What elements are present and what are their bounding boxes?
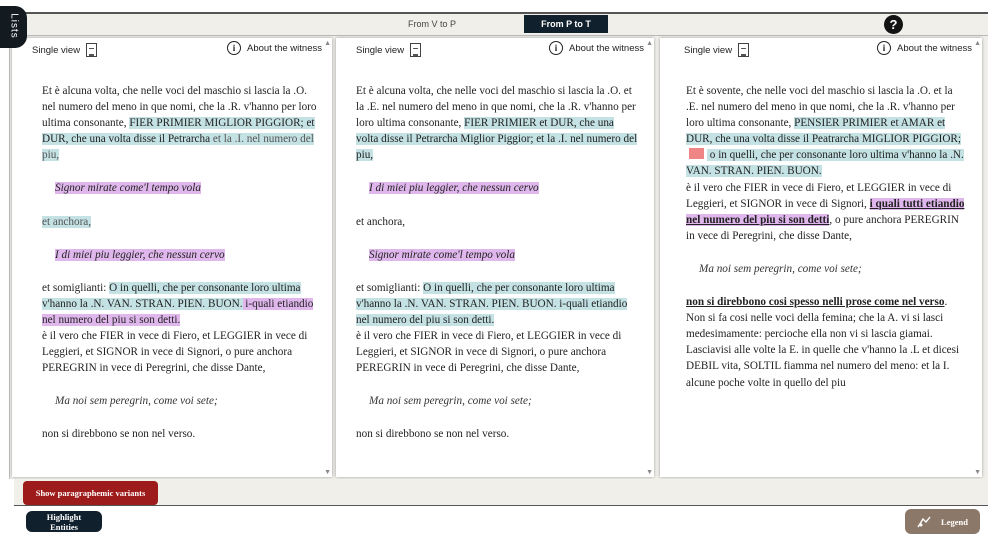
single-view-button[interactable]: Single view [684,43,750,57]
paragraph: Et è alcuna volta, che nelle voci del ma… [356,83,638,163]
tab-from-v-to-p[interactable]: From V to P [390,15,474,33]
verse-quote: Ma noi sem peregrin, come voi sete; [699,262,862,275]
about-witness-button[interactable]: i About the witness [877,41,972,55]
paragraph: Et è alcuna volta, che nelle voci del ma… [42,83,318,163]
omission-marker[interactable] [689,148,704,160]
verse-quote[interactable]: Signor mirate come'l tempo vola [369,248,515,261]
scroll-down-arrow[interactable]: ▼ [324,468,331,476]
variant-highlight[interactable]: o in quelli, che per consonante loro ult… [686,149,964,178]
legend-label: Legend [941,516,968,527]
paragraph: et anchora, [356,215,406,228]
paragraph: è il vero che FIER in vece di Fiero, et … [686,180,966,244]
verse-quote[interactable]: I di miei piu leggier, che nessun cervo [55,248,225,261]
paragraph: et somiglianti: O in quelli, che per con… [356,280,638,328]
single-view-label: Single view [684,44,733,56]
scroll-up-arrow[interactable]: ▲ [646,39,653,47]
about-witness-button[interactable]: i About the witness [227,41,322,55]
paragraph: è il vero che FIER in vece di Fiero, et … [356,330,622,375]
text-segment: . [944,296,948,309]
paragraph: è il vero che FIER in vece di Fiero, et … [42,330,308,375]
lists-tab[interactable]: Lists [0,6,27,48]
variant-highlight[interactable]: et anchora, [42,215,92,228]
bottom-toolbar [14,479,988,506]
paragraph: non si direbbono cosi spesso nelli prose… [686,294,966,310]
single-view-label: Single view [32,44,81,56]
panel-header: Single view i About the witness [336,38,654,60]
document-icon [86,43,98,57]
legend-icon [917,516,931,527]
about-witness-label: About the witness [569,42,644,54]
single-view-button[interactable]: Single view [356,43,422,57]
paragraph: Non si fa cosi nelle voci della femina; … [686,312,960,389]
verse-quote: Ma noi sem peregrin, come voi sete; [55,395,218,408]
witness-panel-1[interactable]: Single view i About the witness ▲ Et è al… [12,38,332,477]
highlight-entities-button[interactable]: Highlight Entities [26,511,102,532]
legend-button[interactable]: Legend [905,509,980,534]
paragraph: et somiglianti: O in quelli, che per con… [42,280,318,328]
scroll-up-arrow[interactable]: ▲ [974,39,981,47]
witness-text: Et è alcuna volta, che nelle voci del ma… [42,83,318,443]
paragraph: non si direbbono se non nel verso. [356,428,510,441]
top-toolbar: From V to P From P to T ? [14,14,988,36]
scroll-down-arrow[interactable]: ▼ [646,468,653,476]
text-segment: et somiglianti: [42,281,110,294]
info-icon: i [227,41,241,55]
variant-underline[interactable]: non si direbbono cosi spesso nelli prose… [686,296,944,308]
about-witness-button[interactable]: i About the witness [549,41,644,55]
witness-text: Et è alcuna volta, che nelle voci del ma… [356,83,638,443]
witness-panel-2[interactable]: Single view i About the witness ▲ Et è al… [336,38,654,477]
single-view-button[interactable]: Single view [32,43,98,57]
scroll-up-arrow[interactable]: ▲ [324,39,331,47]
paragraph: non si direbbono se non nel verso. [42,428,196,441]
panel-header: Single view i About the witness [660,38,982,60]
show-paragraphemic-variants-button[interactable]: Show paragraphemic variants [23,481,158,505]
witness-panel-3[interactable]: Single view i About the witness ▲ Et è so… [660,38,982,477]
document-icon [410,43,422,57]
text-segment: et somiglianti: [356,281,424,294]
single-view-label: Single view [356,44,405,56]
verse-quote: Ma noi sem peregrin, come voi sete; [369,395,532,408]
info-icon: i [877,41,891,55]
lists-label: Lists [8,13,20,39]
about-witness-label: About the witness [897,42,972,54]
help-icon[interactable]: ? [884,15,903,34]
panel-header: Single view i About the witness [12,38,332,60]
info-icon: i [549,41,563,55]
about-witness-label: About the witness [247,42,322,54]
paragraph: Et è sovente, che nelle voci del maschio… [686,83,966,180]
document-icon [738,43,750,57]
verse-quote[interactable]: Signor mirate come'l tempo vola [55,182,201,195]
tab-from-p-to-t[interactable]: From P to T [524,15,608,33]
verse-quote[interactable]: I di miei piu leggier, che nessun cervo [369,182,539,195]
scroll-down-arrow[interactable]: ▼ [974,468,981,476]
witness-text: Et è sovente, che nelle voci del maschio… [686,83,966,391]
